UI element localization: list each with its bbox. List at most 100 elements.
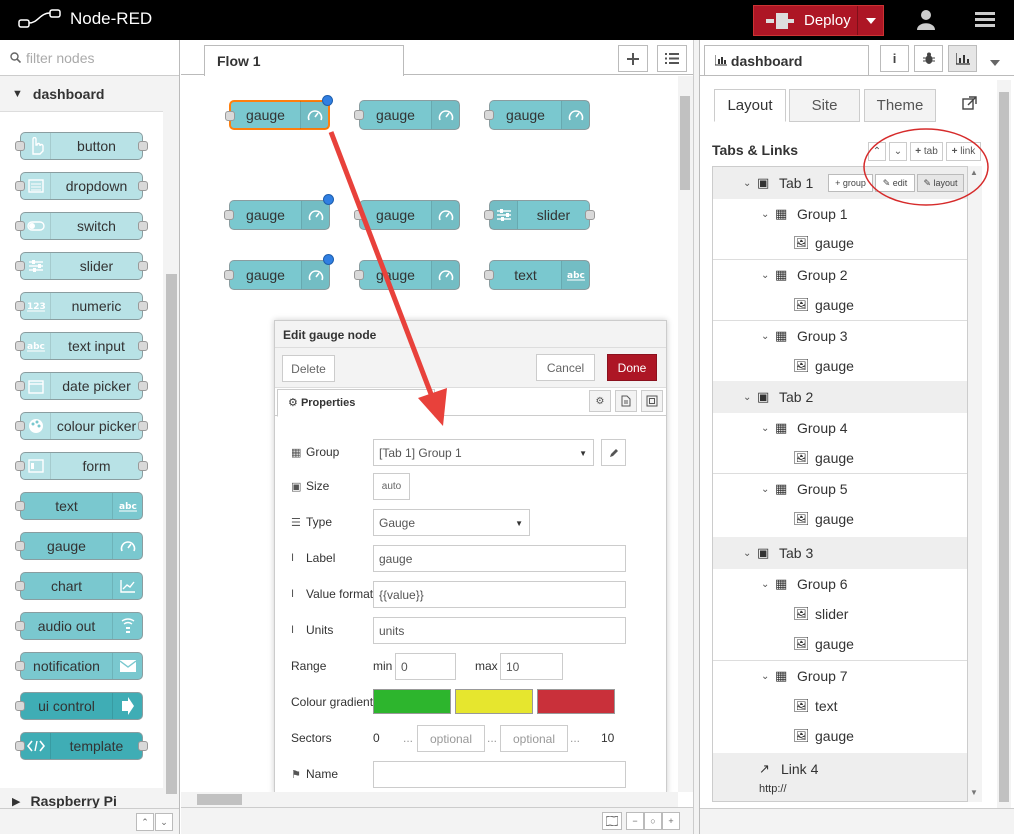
tree-widget-gauge[interactable]: 🖼 gauge xyxy=(713,629,967,659)
scroll-down-icon[interactable]: ▼ xyxy=(970,788,978,797)
label-input[interactable]: gauge xyxy=(373,545,626,572)
dashboard-bar-chart-icon[interactable] xyxy=(948,45,977,72)
input-port[interactable] xyxy=(225,111,235,121)
sidebar-menu-caret-icon[interactable] xyxy=(990,53,1000,69)
deploy-dropdown-caret-icon[interactable] xyxy=(857,6,883,35)
input-port[interactable] xyxy=(484,210,494,220)
value-format-input[interactable]: {{value}} xyxy=(373,581,626,608)
tree-widget-gauge[interactable]: 🖼 gauge xyxy=(713,351,967,381)
chevron-down-icon[interactable]: ⌄ xyxy=(761,579,775,590)
info-icon[interactable]: i xyxy=(880,45,909,72)
palette-category-dashboard[interactable]: ▼ dashboard xyxy=(0,76,163,112)
input-port[interactable] xyxy=(354,110,364,120)
units-input[interactable]: units xyxy=(373,617,626,644)
cancel-button[interactable]: Cancel xyxy=(536,354,595,381)
palette-node-form[interactable]: form xyxy=(15,452,148,480)
scrollbar-thumb[interactable] xyxy=(166,274,177,794)
external-link-icon[interactable] xyxy=(962,96,977,114)
palette-node-chart[interactable]: chart xyxy=(15,572,143,600)
output-port[interactable] xyxy=(585,210,595,220)
palette-node-colour-picker[interactable]: colour picker xyxy=(15,412,148,440)
tree-group-5[interactable]: ⌄ ▦ Group 5 xyxy=(713,474,967,504)
navigator-map-icon[interactable] xyxy=(602,812,622,830)
palette-node-ui-control[interactable]: ui control xyxy=(15,692,143,720)
chevron-down-icon[interactable]: ⌄ xyxy=(761,209,775,220)
palette-node-button[interactable]: button xyxy=(15,132,148,160)
edit-group-button[interactable] xyxy=(601,439,626,466)
tab-properties[interactable]: ⚙ Properties xyxy=(277,389,435,417)
palette-node-date-picker[interactable]: date picker xyxy=(15,372,148,400)
input-port[interactable] xyxy=(484,110,494,120)
input-port[interactable] xyxy=(224,210,234,220)
palette-node-numeric[interactable]: 123 numeric xyxy=(15,292,148,320)
chevron-down-icon[interactable]: ⌄ xyxy=(761,331,775,342)
palette-node-slider[interactable]: slider xyxy=(15,252,148,280)
name-input[interactable] xyxy=(373,761,626,788)
tree-widget-slider[interactable]: 🖼 slider xyxy=(713,599,967,629)
scrollbar-thumb[interactable] xyxy=(999,92,1009,802)
sidebar-scrollbar[interactable] xyxy=(997,80,1011,808)
tree-widget-gauge[interactable]: 🖼 gauge xyxy=(713,443,967,473)
scrollbar-thumb[interactable] xyxy=(197,794,242,805)
palette-node-text-input[interactable]: abc text input xyxy=(15,332,148,360)
zoom-in-icon[interactable]: + xyxy=(662,812,680,830)
tree-widget-gauge[interactable]: 🖼 gauge xyxy=(713,290,967,320)
sector-optional-1[interactable]: optional xyxy=(417,725,485,752)
colour-swatch-1[interactable] xyxy=(373,689,451,714)
flow-node-gauge[interactable]: gauge xyxy=(225,95,333,130)
appearance-icon[interactable] xyxy=(641,390,663,412)
flow-node-gauge[interactable]: gauge xyxy=(224,254,334,290)
input-port[interactable] xyxy=(484,270,494,280)
scrollbar-thumb[interactable] xyxy=(680,96,690,190)
flow-canvas[interactable]: gauge gauge gauge gauge gauge slider gau… xyxy=(181,76,678,794)
flow-node-gauge[interactable]: gauge xyxy=(224,194,334,230)
tree-link-4[interactable]: ↗ Link 4 http:// xyxy=(713,753,967,801)
palette-node-audio-out[interactable]: audio out xyxy=(15,612,143,640)
chevron-down-icon[interactable]: ⌄ xyxy=(761,484,775,495)
group-select[interactable]: [Tab 1] Group 1 ▼ xyxy=(373,439,594,466)
input-port[interactable] xyxy=(354,210,364,220)
chevron-down-icon[interactable]: ⌄ xyxy=(743,392,757,403)
palette-search-input[interactable]: filter nodes xyxy=(0,40,179,76)
expand-all-icon[interactable]: ⌄ xyxy=(155,813,173,831)
delete-button[interactable]: Delete xyxy=(282,355,335,382)
subtab-theme[interactable]: Theme xyxy=(864,89,936,122)
tree-widget-gauge[interactable]: 🖼 gauge xyxy=(713,504,967,534)
canvas-vertical-scrollbar[interactable] xyxy=(678,76,693,792)
hamburger-menu-icon[interactable] xyxy=(975,12,995,31)
palette-node-notification[interactable]: notification xyxy=(15,652,143,680)
tree-tab-3[interactable]: ⌄ ▣ Tab 3 xyxy=(713,537,967,569)
size-button[interactable]: auto xyxy=(373,473,410,500)
tree-group-4[interactable]: ⌄ ▦ Group 4 xyxy=(713,413,967,443)
chevron-down-icon[interactable]: ⌄ xyxy=(761,270,775,281)
subtab-site[interactable]: Site xyxy=(789,89,860,122)
flow-node-gauge[interactable]: gauge xyxy=(484,100,590,130)
max-input[interactable]: 10 xyxy=(500,653,563,680)
tab-flow-1[interactable]: Flow 1 xyxy=(204,45,404,76)
debug-bug-icon[interactable] xyxy=(914,45,943,72)
palette-scrollbar[interactable] xyxy=(164,76,179,822)
tree-group-6[interactable]: ⌄ ▦ Group 6 xyxy=(713,569,967,599)
colour-swatch-2[interactable] xyxy=(455,689,533,714)
sector-optional-2[interactable]: optional xyxy=(500,725,568,752)
add-flow-button[interactable] xyxy=(618,45,648,72)
colour-swatch-3[interactable] xyxy=(537,689,615,714)
tab-dashboard[interactable]: dashboard xyxy=(704,45,869,76)
palette-node-dropdown[interactable]: dropdown xyxy=(15,172,148,200)
palette-node-switch[interactable]: switch xyxy=(15,212,148,240)
min-input[interactable]: 0 xyxy=(395,653,456,680)
user-icon[interactable] xyxy=(916,9,936,34)
deploy-button[interactable]: Deploy xyxy=(753,5,884,36)
palette-node-gauge[interactable]: gauge xyxy=(15,532,143,560)
tree-scrollbar[interactable]: ▲ ▼ xyxy=(968,166,982,802)
gear-icon[interactable]: ⚙ xyxy=(589,390,611,412)
flow-node-gauge[interactable]: gauge xyxy=(354,260,460,290)
flow-node-gauge[interactable]: gauge xyxy=(354,200,460,230)
canvas-horizontal-scrollbar[interactable] xyxy=(181,792,678,807)
tree-group-3[interactable]: ⌄ ▦ Group 3 xyxy=(713,321,967,351)
subtab-layout[interactable]: Layout xyxy=(714,89,786,122)
flow-node-text[interactable]: text abc xyxy=(484,260,590,290)
tree-group-2[interactable]: ⌄ ▦ Group 2 xyxy=(713,260,967,290)
done-button[interactable]: Done xyxy=(607,354,657,381)
tree-tab-2[interactable]: ⌄ ▣ Tab 2 xyxy=(713,381,967,413)
